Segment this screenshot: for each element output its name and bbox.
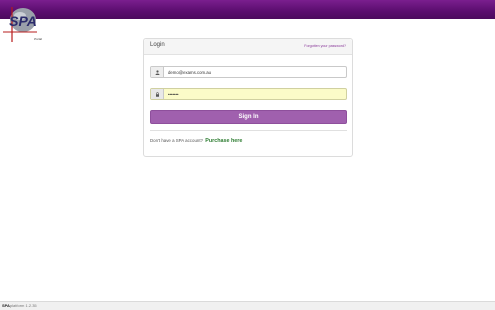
login-title: Login: [150, 42, 165, 48]
password-field[interactable]: [150, 88, 347, 100]
footer-brand: SPA: [2, 303, 10, 308]
footer: SPAplatform 1.2.35: [0, 301, 495, 310]
sign-in-button[interactable]: Sign In: [150, 110, 347, 124]
forgot-password-link[interactable]: Forgotten your password?: [304, 44, 346, 48]
lock-icon: [151, 89, 164, 99]
login-panel: Login Forgotten your password? Sign In: [143, 38, 353, 157]
email-input[interactable]: [164, 67, 346, 77]
purchase-prompt: Don't have a SPA account?: [150, 138, 203, 143]
svg-text:SPA: SPA: [9, 13, 37, 29]
footer-version: 1.2.35: [25, 303, 37, 308]
password-input[interactable]: [164, 89, 346, 99]
footer-product: platform: [9, 303, 25, 308]
user-icon: [151, 67, 164, 77]
svg-text:Portal: Portal: [34, 37, 42, 41]
login-panel-header: Login Forgotten your password?: [144, 39, 352, 55]
top-bar: [0, 0, 495, 19]
purchase-link[interactable]: Purchase here: [205, 138, 242, 144]
email-field[interactable]: [150, 66, 347, 78]
login-page: SPA Portal Login Forgotten your password…: [0, 0, 495, 310]
divider: [150, 130, 347, 131]
spa-logo[interactable]: SPA Portal: [3, 5, 53, 43]
purchase-row: Don't have a SPA account? Purchase here: [150, 138, 242, 144]
